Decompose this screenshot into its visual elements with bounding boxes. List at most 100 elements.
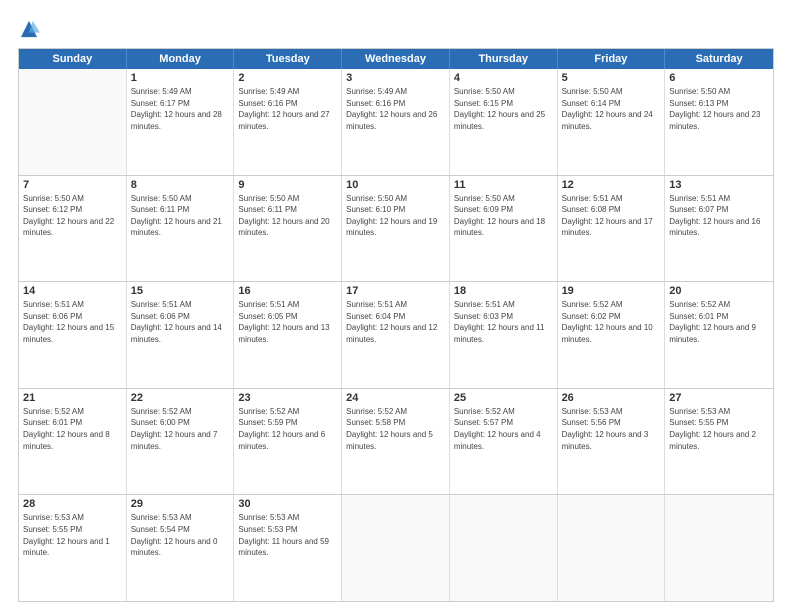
day-number: 7 xyxy=(23,179,122,191)
calendar-cell: 23 Sunrise: 5:52 AMSunset: 5:59 PMDayligh… xyxy=(234,389,342,495)
day-info: Sunrise: 5:53 AMSunset: 5:55 PMDaylight:… xyxy=(23,512,122,558)
calendar-cell: 18 Sunrise: 5:51 AMSunset: 6:03 PMDayligh… xyxy=(450,282,558,388)
day-info: Sunrise: 5:49 AMSunset: 6:17 PMDaylight:… xyxy=(131,86,230,132)
calendar-cell: 10 Sunrise: 5:50 AMSunset: 6:10 PMDayligh… xyxy=(342,176,450,282)
day-info: Sunrise: 5:51 AMSunset: 6:07 PMDaylight:… xyxy=(669,193,769,239)
calendar-cell: 29 Sunrise: 5:53 AMSunset: 5:54 PMDayligh… xyxy=(127,495,235,601)
day-number: 25 xyxy=(454,392,553,404)
calendar-week: 14 Sunrise: 5:51 AMSunset: 6:06 PMDayligh… xyxy=(19,282,773,389)
calendar-cell: 14 Sunrise: 5:51 AMSunset: 6:06 PMDayligh… xyxy=(19,282,127,388)
calendar-cell: 17 Sunrise: 5:51 AMSunset: 6:04 PMDayligh… xyxy=(342,282,450,388)
calendar-cell: 13 Sunrise: 5:51 AMSunset: 6:07 PMDayligh… xyxy=(665,176,773,282)
calendar-cell: 8 Sunrise: 5:50 AMSunset: 6:11 PMDaylight… xyxy=(127,176,235,282)
calendar-cell: 4 Sunrise: 5:50 AMSunset: 6:15 PMDaylight… xyxy=(450,69,558,175)
day-number: 10 xyxy=(346,179,445,191)
day-number: 23 xyxy=(238,392,337,404)
day-number: 17 xyxy=(346,285,445,297)
day-number: 20 xyxy=(669,285,769,297)
day-number: 29 xyxy=(131,498,230,510)
calendar-cell xyxy=(19,69,127,175)
day-info: Sunrise: 5:49 AMSunset: 6:16 PMDaylight:… xyxy=(346,86,445,132)
day-number: 4 xyxy=(454,72,553,84)
day-number: 15 xyxy=(131,285,230,297)
day-info: Sunrise: 5:52 AMSunset: 5:58 PMDaylight:… xyxy=(346,406,445,452)
calendar-cell: 21 Sunrise: 5:52 AMSunset: 6:01 PMDayligh… xyxy=(19,389,127,495)
day-info: Sunrise: 5:50 AMSunset: 6:11 PMDaylight:… xyxy=(131,193,230,239)
day-info: Sunrise: 5:52 AMSunset: 6:02 PMDaylight:… xyxy=(562,299,661,345)
calendar-cell: 6 Sunrise: 5:50 AMSunset: 6:13 PMDaylight… xyxy=(665,69,773,175)
calendar-cell: 26 Sunrise: 5:53 AMSunset: 5:56 PMDayligh… xyxy=(558,389,666,495)
logo xyxy=(18,18,44,40)
calendar-cell xyxy=(342,495,450,601)
calendar: SundayMondayTuesdayWednesdayThursdayFrid… xyxy=(18,48,774,602)
day-number: 16 xyxy=(238,285,337,297)
day-number: 3 xyxy=(346,72,445,84)
day-info: Sunrise: 5:53 AMSunset: 5:54 PMDaylight:… xyxy=(131,512,230,558)
day-number: 1 xyxy=(131,72,230,84)
day-info: Sunrise: 5:50 AMSunset: 6:10 PMDaylight:… xyxy=(346,193,445,239)
day-info: Sunrise: 5:51 AMSunset: 6:08 PMDaylight:… xyxy=(562,193,661,239)
day-number: 11 xyxy=(454,179,553,191)
calendar-cell: 11 Sunrise: 5:50 AMSunset: 6:09 PMDayligh… xyxy=(450,176,558,282)
weekday-header: Friday xyxy=(558,49,666,69)
day-number: 18 xyxy=(454,285,553,297)
day-number: 2 xyxy=(238,72,337,84)
day-info: Sunrise: 5:53 AMSunset: 5:55 PMDaylight:… xyxy=(669,406,769,452)
day-info: Sunrise: 5:50 AMSunset: 6:15 PMDaylight:… xyxy=(454,86,553,132)
day-number: 21 xyxy=(23,392,122,404)
day-number: 14 xyxy=(23,285,122,297)
calendar-week: 7 Sunrise: 5:50 AMSunset: 6:12 PMDaylight… xyxy=(19,176,773,283)
calendar-cell: 19Sunrise: 5:52 AMSunset: 6:02 PMDayligh… xyxy=(558,282,666,388)
day-info: Sunrise: 5:50 AMSunset: 6:12 PMDaylight:… xyxy=(23,193,122,239)
day-number: 30 xyxy=(238,498,337,510)
day-number: 22 xyxy=(131,392,230,404)
day-info: Sunrise: 5:51 AMSunset: 6:03 PMDaylight:… xyxy=(454,299,553,345)
weekday-header: Thursday xyxy=(450,49,558,69)
calendar-header: SundayMondayTuesdayWednesdayThursdayFrid… xyxy=(19,49,773,69)
calendar-cell: 28 Sunrise: 5:53 AMSunset: 5:55 PMDayligh… xyxy=(19,495,127,601)
day-number: 6 xyxy=(669,72,769,84)
calendar-cell: 15Sunrise: 5:51 AMSunset: 6:06 PMDayligh… xyxy=(127,282,235,388)
weekday-header: Tuesday xyxy=(234,49,342,69)
weekday-header: Wednesday xyxy=(342,49,450,69)
calendar-cell: 20Sunrise: 5:52 AMSunset: 6:01 PMDayligh… xyxy=(665,282,773,388)
calendar-cell: 25 Sunrise: 5:52 AMSunset: 5:57 PMDayligh… xyxy=(450,389,558,495)
calendar-cell: 3 Sunrise: 5:49 AMSunset: 6:16 PMDaylight… xyxy=(342,69,450,175)
weekday-header: Monday xyxy=(127,49,235,69)
day-info: Sunrise: 5:50 AMSunset: 6:09 PMDaylight:… xyxy=(454,193,553,239)
day-info: Sunrise: 5:52 AMSunset: 5:57 PMDaylight:… xyxy=(454,406,553,452)
page-header xyxy=(18,18,774,40)
day-info: Sunrise: 5:50 AMSunset: 6:14 PMDaylight:… xyxy=(562,86,661,132)
day-info: Sunrise: 5:52 AMSunset: 6:01 PMDaylight:… xyxy=(23,406,122,452)
calendar-week: 28 Sunrise: 5:53 AMSunset: 5:55 PMDayligh… xyxy=(19,495,773,601)
day-number: 27 xyxy=(669,392,769,404)
day-number: 26 xyxy=(562,392,661,404)
day-number: 13 xyxy=(669,179,769,191)
day-info: Sunrise: 5:51 AMSunset: 6:04 PMDaylight:… xyxy=(346,299,445,345)
calendar-week: 1 Sunrise: 5:49 AMSunset: 6:17 PMDaylight… xyxy=(19,69,773,176)
calendar-cell: 30 Sunrise: 5:53 AMSunset: 5:53 PMDayligh… xyxy=(234,495,342,601)
day-info: Sunrise: 5:50 AMSunset: 6:13 PMDaylight:… xyxy=(669,86,769,132)
day-info: Sunrise: 5:51 AMSunset: 6:05 PMDaylight:… xyxy=(238,299,337,345)
day-number: 12 xyxy=(562,179,661,191)
calendar-cell: 7 Sunrise: 5:50 AMSunset: 6:12 PMDaylight… xyxy=(19,176,127,282)
calendar-cell: 5 Sunrise: 5:50 AMSunset: 6:14 PMDaylight… xyxy=(558,69,666,175)
calendar-cell: 9Sunrise: 5:50 AMSunset: 6:11 PMDaylight… xyxy=(234,176,342,282)
calendar-cell: 22Sunrise: 5:52 AMSunset: 6:00 PMDayligh… xyxy=(127,389,235,495)
day-number: 8 xyxy=(131,179,230,191)
calendar-week: 21 Sunrise: 5:52 AMSunset: 6:01 PMDayligh… xyxy=(19,389,773,496)
day-number: 24 xyxy=(346,392,445,404)
day-info: Sunrise: 5:50 AMSunset: 6:11 PMDaylight:… xyxy=(238,193,337,239)
calendar-body: 1 Sunrise: 5:49 AMSunset: 6:17 PMDaylight… xyxy=(19,69,773,601)
calendar-cell: 16 Sunrise: 5:51 AMSunset: 6:05 PMDayligh… xyxy=(234,282,342,388)
day-info: Sunrise: 5:52 AMSunset: 5:59 PMDaylight:… xyxy=(238,406,337,452)
day-info: Sunrise: 5:53 AMSunset: 5:53 PMDaylight:… xyxy=(238,512,337,558)
logo-icon xyxy=(18,18,40,40)
calendar-cell: 2 Sunrise: 5:49 AMSunset: 6:16 PMDaylight… xyxy=(234,69,342,175)
day-info: Sunrise: 5:51 AMSunset: 6:06 PMDaylight:… xyxy=(23,299,122,345)
day-number: 5 xyxy=(562,72,661,84)
day-number: 28 xyxy=(23,498,122,510)
day-info: Sunrise: 5:49 AMSunset: 6:16 PMDaylight:… xyxy=(238,86,337,132)
weekday-header: Saturday xyxy=(665,49,773,69)
day-info: Sunrise: 5:53 AMSunset: 5:56 PMDaylight:… xyxy=(562,406,661,452)
